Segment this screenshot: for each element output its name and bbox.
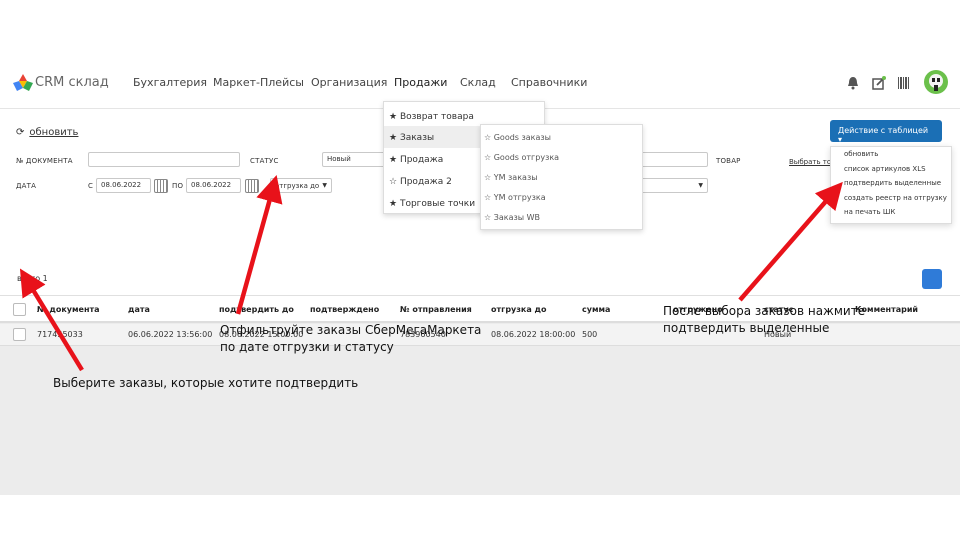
date-to-input[interactable]: 08.06.2022 — [186, 178, 241, 193]
star-icon: ★ — [389, 133, 398, 143]
orders-item-wb-orders[interactable]: ☆ Заказы WB — [484, 213, 540, 222]
doc-number-label: № ДОКУМЕНТА — [16, 157, 73, 165]
status-label: СТАТУС — [250, 157, 279, 165]
star-outline-icon: ☆ — [484, 133, 492, 142]
action-refresh[interactable]: обновить — [831, 147, 951, 162]
barcode-icon[interactable] — [897, 76, 911, 90]
star-outline-icon: ☆ — [484, 193, 492, 202]
status-select[interactable]: Новый — [322, 152, 392, 167]
chevron-down-icon: ▼ — [698, 182, 703, 189]
table-action-menu: обновить список артикулов XLS подтвердит… — [830, 146, 952, 224]
star-outline-icon: ☆ — [484, 173, 492, 182]
calendar-icon[interactable] — [154, 179, 168, 193]
bell-icon[interactable] — [847, 76, 859, 90]
add-button[interactable] — [922, 269, 942, 289]
date-type-select[interactable]: отгрузка до ▼ — [270, 178, 332, 193]
user-avatar[interactable] — [924, 70, 948, 94]
refresh-link[interactable]: ⟳ обновить — [16, 127, 78, 138]
date-to-prefix: ПО — [172, 182, 184, 190]
menu-accounting[interactable]: Бухгалтерия — [133, 76, 207, 89]
calendar-icon[interactable] — [245, 179, 259, 193]
action-create-shipping-register[interactable]: создать реестр на отгрузку — [831, 191, 951, 206]
star-outline-icon: ☆ — [484, 213, 492, 222]
table-action-button[interactable]: Действие с таблицей ▾ — [830, 120, 942, 144]
date-from-prefix: С — [88, 182, 94, 190]
orders-item-ym-shipment[interactable]: ☆ YM отгрузка — [484, 193, 546, 202]
date-from-input[interactable]: 08.06.2022 — [96, 178, 151, 193]
filter-annotation: Отфильтруйте заказы СберМегаМаркета по д… — [220, 323, 482, 354]
total-count: всего 1 — [17, 274, 48, 283]
sales-item-orders[interactable]: ★ Заказы — [384, 126, 481, 148]
col-ship-until[interactable]: отгрузка до — [491, 305, 546, 314]
orders-item-goods-orders[interactable]: ☆ Goods заказы — [484, 133, 551, 142]
col-doc-number[interactable]: № документа — [37, 305, 100, 314]
cell-doc-number: 717455033 — [37, 330, 83, 339]
confirm-annotation: После выбора заказов нажмите подтвердить… — [663, 304, 866, 335]
row-checkbox[interactable] — [13, 328, 26, 341]
menu-sales[interactable]: Продажи — [394, 76, 447, 89]
orders-item-ym-orders[interactable]: ☆ YM заказы — [484, 173, 538, 182]
slide-canvas: CRM склад Бухгалтерия Маркет-Плейсы Орга… — [0, 0, 960, 540]
orders-item-goods-shipment[interactable]: ☆ Goods отгрузка — [484, 153, 559, 162]
chevron-down-icon: ▼ — [322, 182, 327, 189]
extra-select[interactable]: ▼ — [640, 178, 708, 193]
col-date[interactable]: дата — [128, 305, 150, 314]
edit-icon[interactable] — [872, 76, 886, 90]
brand-name[interactable]: CRM склад — [35, 75, 109, 90]
doc-number-input[interactable] — [88, 152, 240, 167]
star-icon: ★ — [389, 199, 398, 209]
goods-label: ТОВАР — [716, 157, 741, 165]
col-confirmed[interactable]: подтверждено — [310, 305, 379, 314]
refresh-icon: ⟳ — [16, 127, 25, 138]
date-label: ДАТА — [16, 182, 37, 190]
cell-ship-until: 08.06.2022 18:00:00 — [491, 330, 576, 339]
extra-filter-input[interactable] — [640, 152, 708, 167]
action-print-barcodes[interactable]: на печать ШК — [831, 205, 951, 220]
col-confirm-until[interactable]: подтвердить до — [219, 305, 294, 314]
col-sum[interactable]: сумма — [582, 305, 610, 314]
menu-organization[interactable]: Организация — [311, 76, 387, 89]
action-confirm-selected[interactable]: подтвердить выделенные — [831, 176, 951, 191]
star-icon: ★ — [389, 112, 398, 122]
orders-submenu: ☆ Goods заказы ☆ Goods отгрузка ☆ YM зак… — [480, 124, 643, 230]
select-all-checkbox[interactable] — [13, 303, 26, 316]
star-outline-icon: ☆ — [484, 153, 492, 162]
select-annotation: Выберите заказы, которые хотите подтверд… — [53, 376, 359, 390]
avatar-face-icon — [929, 74, 943, 91]
star-icon: ★ — [389, 155, 398, 165]
select-goods-link[interactable]: Выбрать тов — [789, 158, 835, 166]
cell-date: 06.06.2022 13:56:00 — [128, 330, 213, 339]
menu-marketplaces[interactable]: Маркет-Плейсы — [213, 76, 304, 89]
cell-sum: 500 — [582, 330, 598, 339]
star-outline-icon: ☆ — [389, 177, 398, 187]
menu-warehouse[interactable]: Склад — [460, 76, 496, 89]
action-sku-list-xls[interactable]: список артикулов XLS — [831, 162, 951, 177]
logo-icon — [13, 74, 33, 91]
menu-references[interactable]: Справочники — [511, 76, 587, 89]
col-shipment-number[interactable]: № отправления — [400, 305, 472, 314]
